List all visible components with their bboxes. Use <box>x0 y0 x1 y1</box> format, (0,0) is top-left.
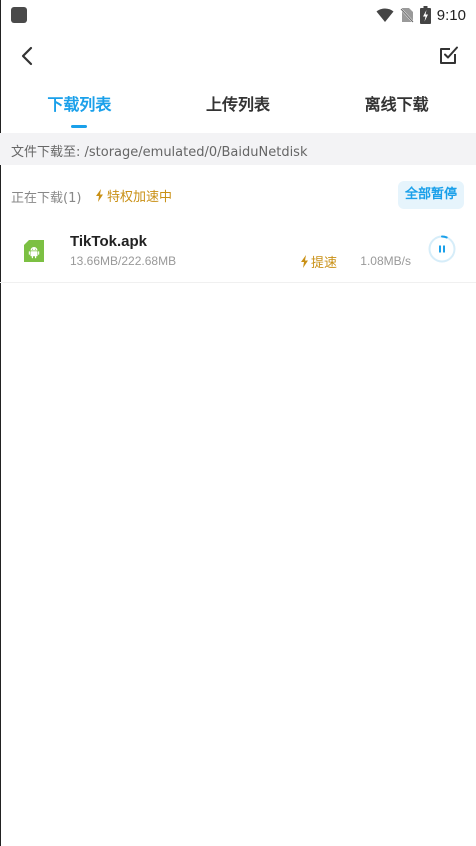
download-item[interactable]: TikTok.apk 13.66MB/222.68MB 提速 1.08MB/s <box>0 218 476 283</box>
pause-all-button[interactable]: 全部暂停 <box>397 181 464 209</box>
clock: 9:10 <box>436 6 466 24</box>
download-path-bar: 文件下载至: /storage/emulated/0/BaiduNetdisk <box>0 133 476 165</box>
multi-select-button[interactable] <box>438 44 460 66</box>
privilege-acceleration-text: 特权加速中 <box>107 190 173 205</box>
tab-bar: 下载列表 上传列表 离线下载 <box>0 90 476 130</box>
tab-offline-download[interactable]: 离线下载 <box>317 90 476 130</box>
speed-boost-button[interactable]: 提速 <box>300 252 337 271</box>
downloading-section-header: 正在下载(1) 特权加速中 全部暂停 <box>0 178 476 212</box>
privilege-acceleration-label: 特权加速中 <box>95 186 172 205</box>
downloading-count: 正在下载(1) <box>11 191 82 206</box>
tab-label: 下载列表 <box>47 95 112 114</box>
status-bar: 9:10 <box>0 0 476 30</box>
pause-download-button[interactable] <box>428 235 456 263</box>
app-notification-icon <box>11 7 27 23</box>
tab-upload-list[interactable]: 上传列表 <box>159 90 318 130</box>
tab-label: 上传列表 <box>206 95 271 114</box>
speed-boost-label: 提速 <box>311 256 338 271</box>
tab-active-indicator <box>71 125 88 128</box>
battery-charging-icon <box>419 6 431 24</box>
file-progress-size: 13.66MB/222.68MB <box>70 254 177 268</box>
android-apk-icon <box>24 240 44 262</box>
chevron-left-icon <box>21 46 33 66</box>
file-name: TikTok.apk <box>70 233 147 250</box>
status-icons: 9:10 <box>376 5 466 25</box>
pause-progress-icon <box>428 235 456 263</box>
lightning-icon <box>301 255 308 268</box>
tab-download-list[interactable]: 下载列表 <box>0 90 159 130</box>
no-sim-icon <box>400 8 414 23</box>
lightning-icon <box>96 189 103 202</box>
download-speed: 1.08MB/s <box>360 254 411 268</box>
screen: 9:10 下载列表 上传列表 离线下载 文件下载至: /storage/emul… <box>0 0 476 846</box>
tab-label: 离线下载 <box>364 95 429 114</box>
checkbox-edit-icon <box>440 46 458 64</box>
back-button[interactable] <box>14 42 42 70</box>
download-path-text: 文件下载至: /storage/emulated/0/BaiduNetdisk <box>11 145 308 160</box>
wifi-icon <box>376 8 394 22</box>
